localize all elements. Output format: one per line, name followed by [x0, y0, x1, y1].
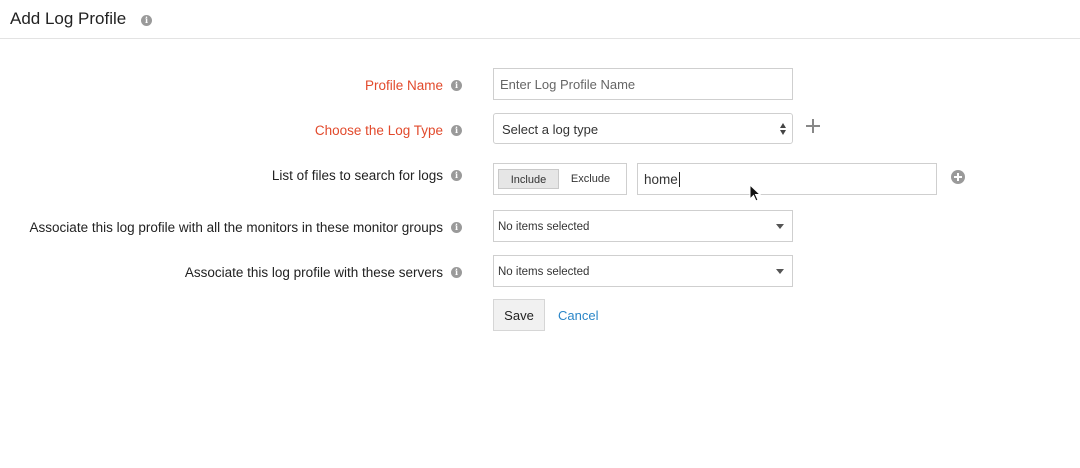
include-exclude-toggle: Include Exclude: [493, 163, 627, 195]
monitor-groups-multiselect[interactable]: No items selected: [493, 210, 793, 242]
save-button[interactable]: Save: [493, 299, 545, 331]
include-toggle-button[interactable]: Include: [498, 169, 559, 189]
page-header: Add Log Profile i: [0, 0, 1080, 39]
monitor-groups-label: Associate this log profile with all the …: [29, 220, 443, 235]
file-path-input[interactable]: [637, 163, 937, 195]
mouse-pointer-icon: [749, 184, 761, 202]
exclude-toggle-button[interactable]: Exclude: [560, 169, 621, 189]
info-icon[interactable]: i: [451, 125, 462, 136]
chevron-down-icon: [776, 269, 784, 274]
profile-name-input[interactable]: [493, 68, 793, 100]
chevron-down-icon: [776, 224, 784, 229]
servers-selected-value: No items selected: [498, 266, 590, 278]
log-type-select[interactable]: Select a log type: [493, 113, 793, 144]
servers-label: Associate this log profile with these se…: [184, 265, 443, 280]
log-type-label: Choose the Log Type: [314, 123, 443, 138]
files-label: List of files to search for logs: [271, 168, 443, 183]
info-icon[interactable]: i: [451, 80, 462, 91]
info-icon[interactable]: i: [451, 222, 462, 233]
info-icon[interactable]: i: [451, 170, 462, 181]
text-caret: [679, 172, 680, 187]
log-type-selected-value: Select a log type: [502, 122, 599, 137]
monitor-groups-selected-value: No items selected: [498, 221, 590, 233]
page-title: Add Log Profile: [10, 9, 127, 28]
add-circle-icon[interactable]: [951, 170, 965, 184]
up-down-arrows-icon: [780, 122, 787, 136]
cancel-link[interactable]: Cancel: [558, 308, 598, 323]
info-icon[interactable]: i: [141, 15, 152, 26]
plus-icon[interactable]: [806, 119, 820, 133]
info-icon[interactable]: i: [451, 267, 462, 278]
profile-name-label: Profile Name: [364, 78, 443, 93]
servers-multiselect[interactable]: No items selected: [493, 255, 793, 287]
